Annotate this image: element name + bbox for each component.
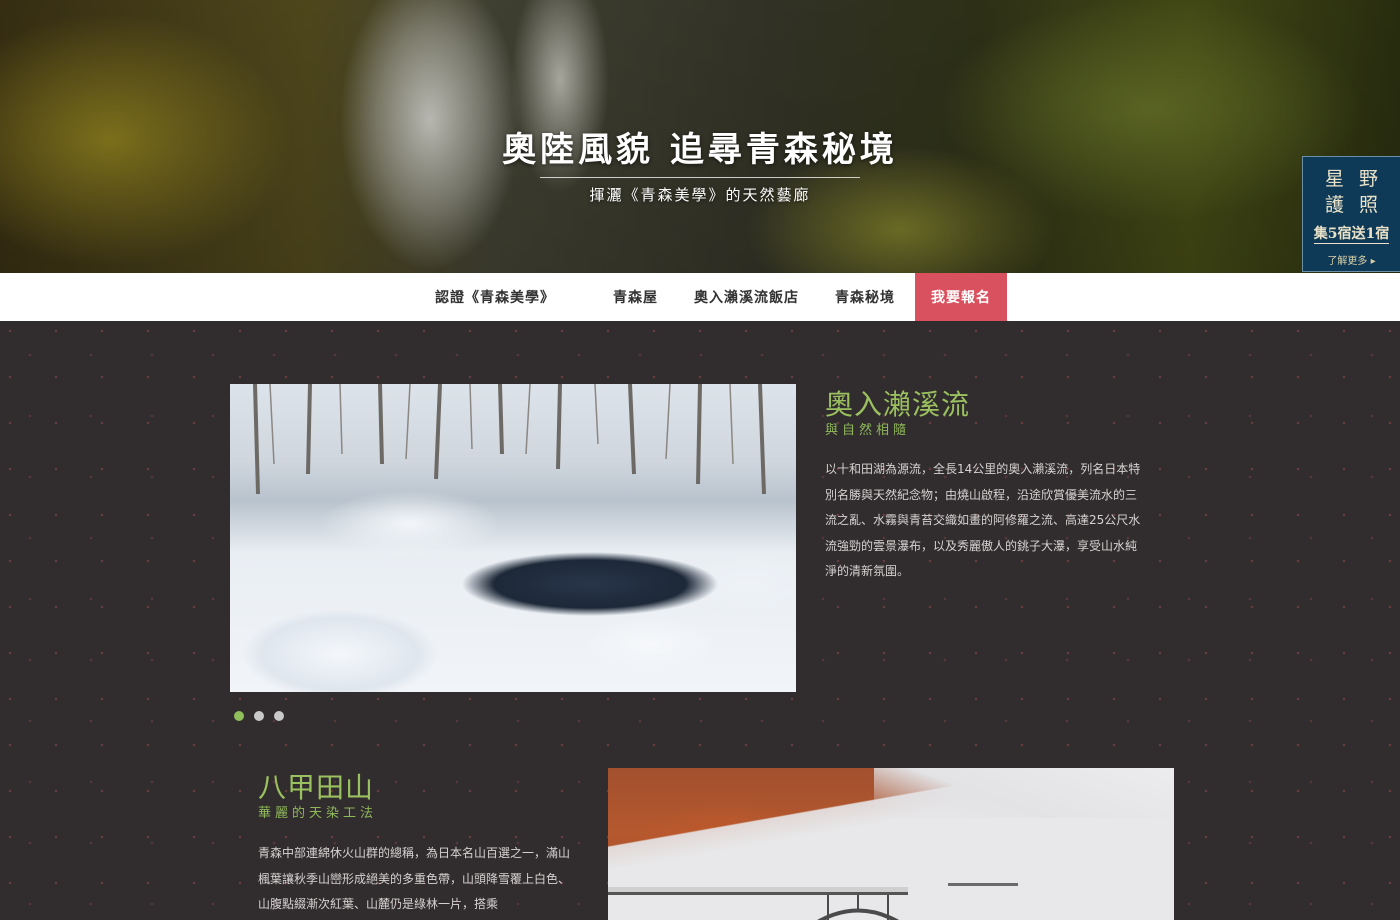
section-subtitle-hakkoda: 華麗的天染工法: [258, 806, 378, 821]
section-title-oirase: 奧入瀨溪流: [825, 388, 971, 421]
carousel-dot[interactable]: [234, 711, 244, 721]
carousel-dots: [234, 711, 284, 721]
badge-char: 護: [1324, 194, 1344, 216]
snow-trees-illustration: [253, 384, 766, 495]
section-body-hakkoda: 青森中部連綿休火山群的總稱，為日本名山百選之一，滿山楓葉讓秋季山巒形成絕美的多重…: [258, 846, 571, 911]
hero-title: 奧陸風貌 追尋青森秘境: [502, 130, 898, 170]
section-body-oirase: 以十和田湖為源流，全長14公里的奧入瀨溪流，列名日本特別名勝與天然紀念物；由燒山…: [825, 462, 1141, 578]
hero-divider: [540, 177, 860, 178]
hoshino-passport-badge[interactable]: 星 野 護 照 集5宿送1宿 了解更多 ▸: [1302, 156, 1400, 272]
nav-item-aomori-secrets[interactable]: 青森秘境: [817, 273, 913, 321]
section-title-hakkoda: 八甲田山: [258, 771, 375, 804]
main-nav: 認證《青森美學》 青森屋 奧入瀨溪流飯店 青森秘境 我要報名: [0, 273, 1400, 321]
nav-item-oirase-hotel[interactable]: 奧入瀨溪流飯店: [676, 273, 817, 321]
content-area: 奧入瀨溪流 與自然相隨 以十和田湖為源流，全長14公里的奧入瀨溪流，列名日本特別…: [0, 321, 1400, 920]
badge-char: 野: [1358, 168, 1378, 190]
hero-subtitle: 揮灑《青森美學》的天然藝廊: [589, 186, 811, 204]
nav-item-certification[interactable]: 認證《青森美學》: [417, 273, 595, 321]
carousel-dot[interactable]: [274, 711, 284, 721]
bridge-illustration: [608, 883, 1018, 920]
signup-button[interactable]: 我要報名: [915, 273, 1007, 321]
badge-char: 照: [1358, 194, 1378, 216]
photo-sky: [874, 768, 1174, 818]
nav-item-aomoriya[interactable]: 青森屋: [595, 273, 676, 321]
hero-banner: 奧陸風貌 追尋青森秘境 揮灑《青森美學》的天然藝廊: [0, 0, 1400, 273]
badge-char: 星: [1324, 168, 1344, 190]
hero-text: 奧陸風貌 追尋青森秘境 揮灑《青森美學》的天然藝廊: [0, 122, 1400, 205]
badge-promo-text: 集5宿送1宿: [1313, 223, 1390, 244]
badge-learn-more-link[interactable]: 了解更多 ▸: [1303, 252, 1400, 267]
carousel-dot[interactable]: [254, 711, 264, 721]
oirase-stream-photo: [230, 384, 796, 692]
section-subtitle-oirase: 與自然相隨: [825, 423, 911, 438]
badge-title: 星 野 護 照: [1318, 167, 1386, 217]
hakkoda-autumn-photo: [608, 768, 1174, 920]
